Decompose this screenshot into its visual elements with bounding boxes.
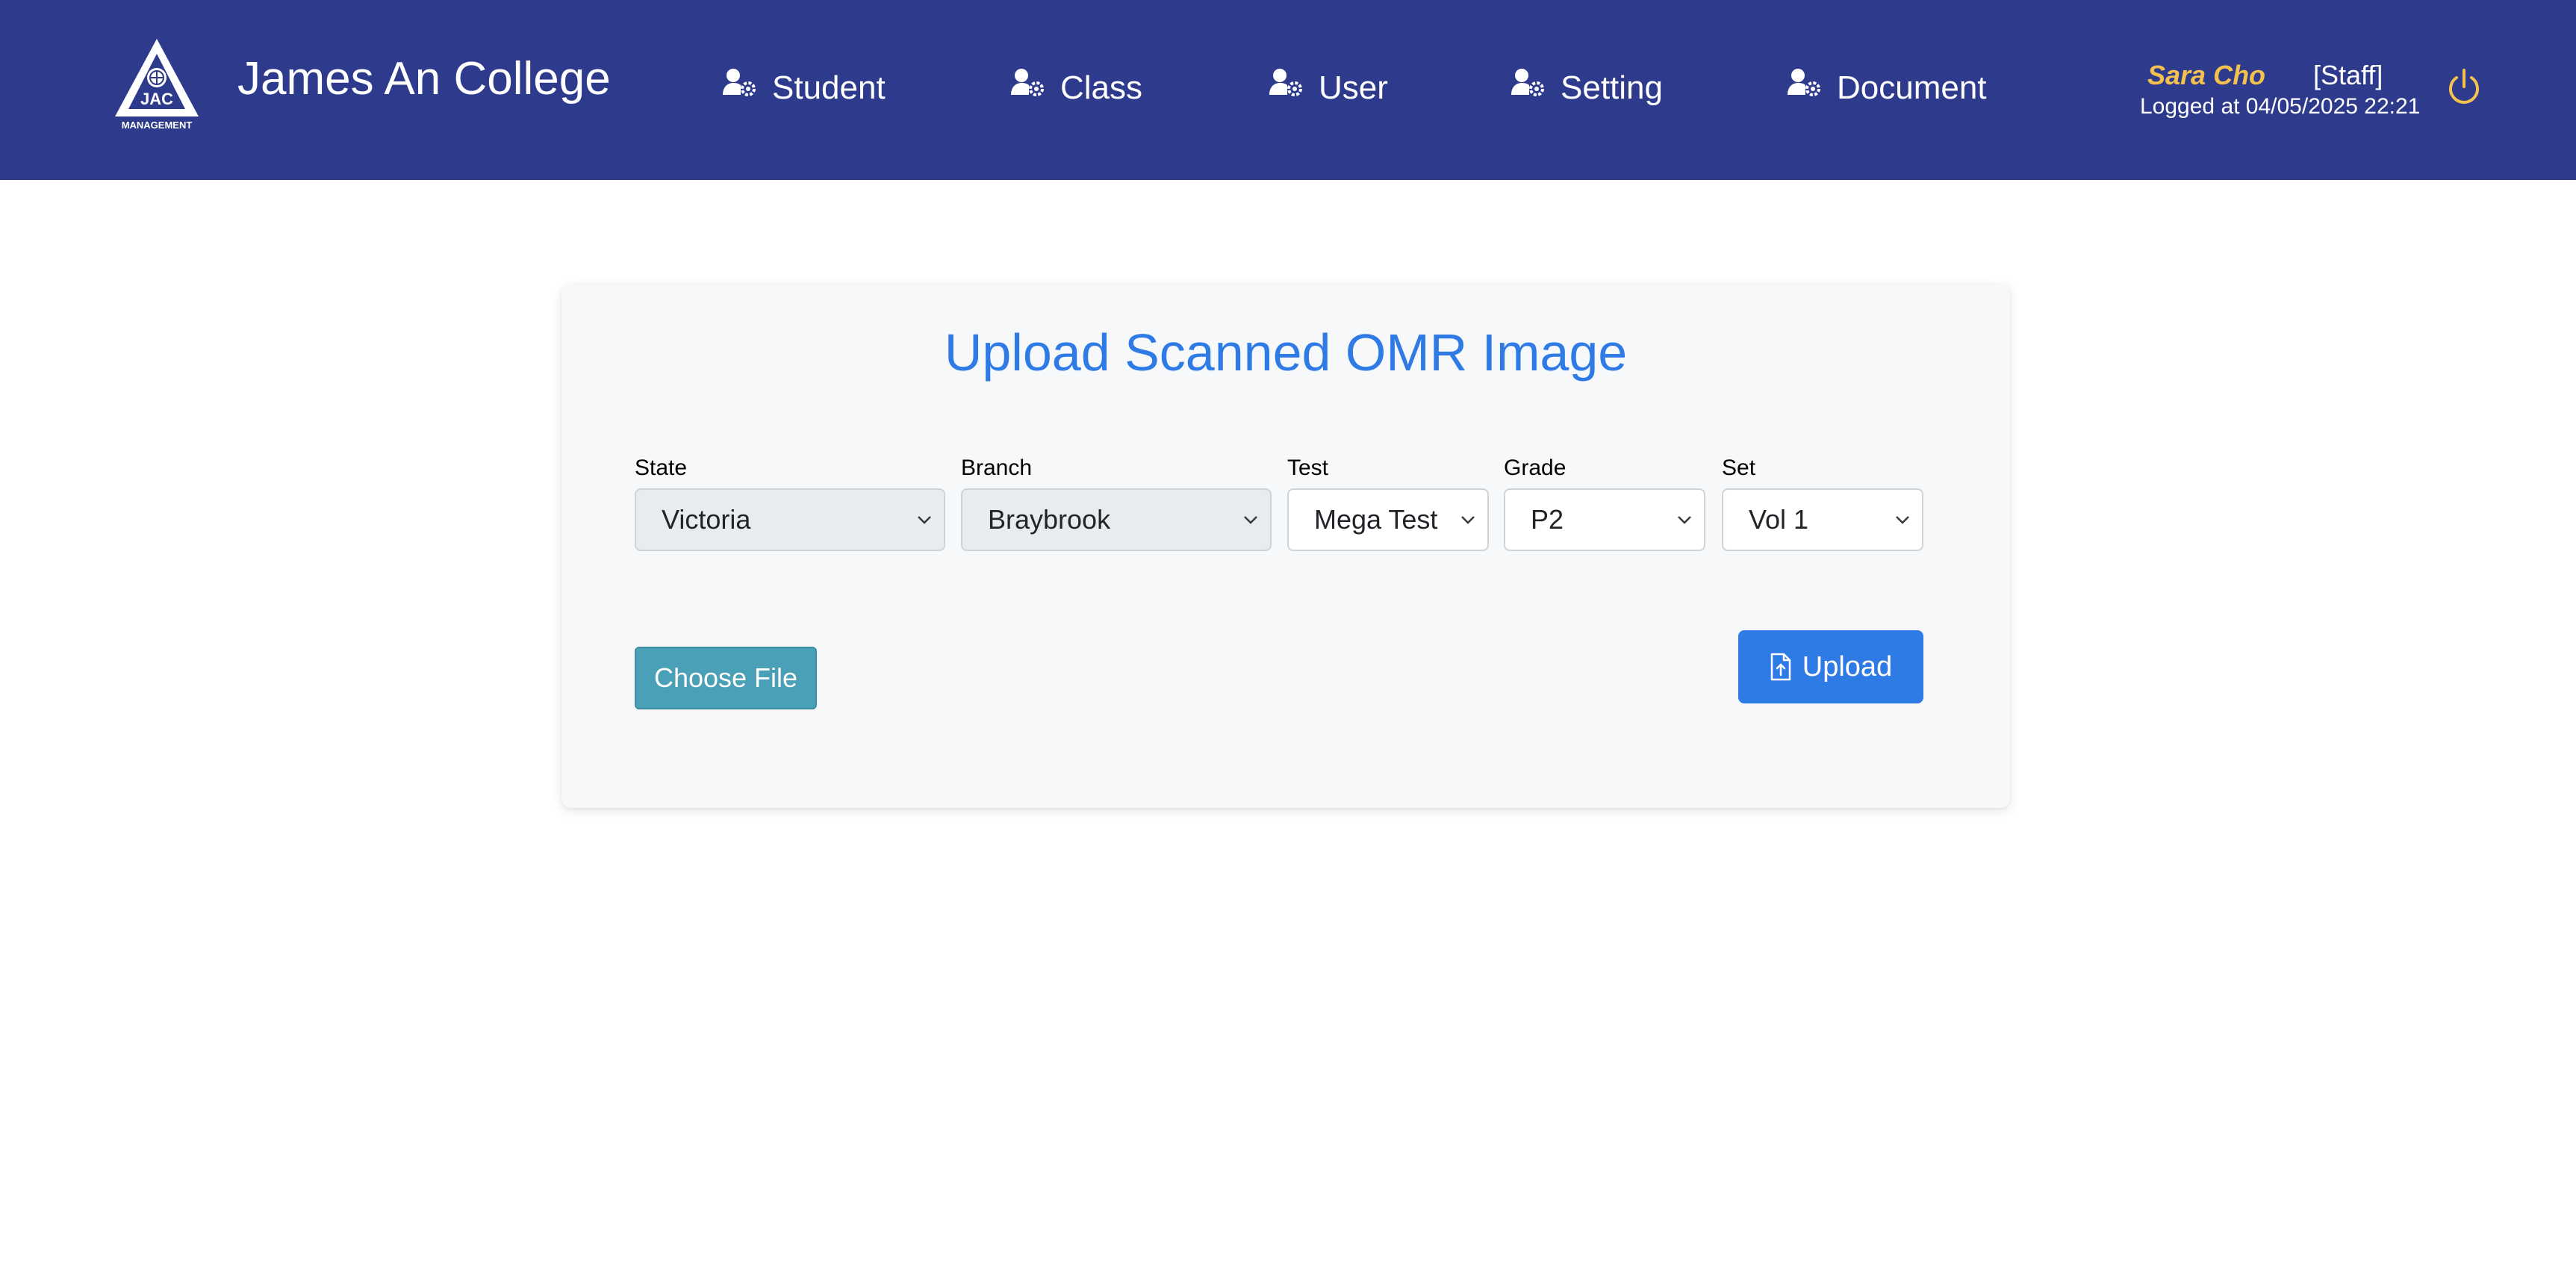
- user-gear-icon: [1269, 69, 1302, 96]
- grade-select[interactable]: P2: [1504, 488, 1705, 551]
- choose-file-button[interactable]: Choose File: [635, 647, 817, 709]
- grade-select-value: P2: [1531, 504, 1564, 535]
- user-gear-icon: [1511, 69, 1544, 96]
- logo-text: JAC: [140, 90, 173, 108]
- nav-document[interactable]: Document: [1786, 66, 1987, 111]
- logo-subtext: MANAGEMENT: [122, 119, 193, 131]
- nav-document-label: Document: [1837, 69, 1987, 106]
- branch-select[interactable]: Braybrook: [961, 488, 1272, 551]
- top-navbar: JAC MANAGEMENT James An College Student …: [0, 0, 2576, 180]
- test-select[interactable]: Mega Test: [1287, 488, 1489, 551]
- page-title: Upload Scanned OMR Image: [944, 323, 1628, 382]
- upload-button-label: Upload: [1802, 650, 1893, 683]
- login-timestamp: Logged at 04/05/2025 22:21: [2140, 94, 2421, 119]
- set-select[interactable]: Vol 1: [1722, 488, 1923, 551]
- nav-setting-label: Setting: [1561, 69, 1663, 106]
- nav-user[interactable]: User: [1268, 66, 1388, 111]
- chevron-down-icon: [1678, 516, 1691, 524]
- chevron-down-icon: [1244, 516, 1257, 524]
- nav-student[interactable]: Student: [721, 66, 886, 111]
- grade-label: Grade: [1504, 456, 1567, 480]
- chevron-down-icon: [918, 516, 931, 524]
- nav-user-label: User: [1319, 69, 1388, 106]
- state-label: State: [635, 456, 688, 480]
- user-gear-icon: [1788, 69, 1820, 96]
- power-icon[interactable]: [2446, 66, 2482, 106]
- nav-setting[interactable]: Setting: [1510, 66, 1663, 111]
- chevron-down-icon: [1896, 516, 1909, 524]
- upload-button[interactable]: Upload: [1738, 630, 1923, 703]
- nav-class-label: Class: [1060, 69, 1143, 106]
- chevron-down-icon: [1461, 516, 1475, 524]
- user-gear-icon: [723, 69, 756, 96]
- nav-student-label: Student: [772, 69, 886, 106]
- state-select-value: Victoria: [662, 504, 751, 535]
- user-gear-icon: [1011, 69, 1044, 96]
- test-label: Test: [1287, 456, 1329, 480]
- upload-card: Upload Scanned OMR Image State Branch Te…: [561, 284, 2010, 808]
- branch-select-value: Braybrook: [988, 504, 1111, 535]
- user-name: Sara Cho: [2147, 60, 2266, 90]
- user-role: [Staff]: [2313, 60, 2383, 90]
- nav-class[interactable]: Class: [1009, 66, 1142, 111]
- set-label: Set: [1722, 456, 1756, 480]
- test-select-value: Mega Test: [1314, 504, 1438, 535]
- state-select[interactable]: Victoria: [635, 488, 945, 551]
- file-upload-icon: [1770, 653, 1791, 681]
- jac-logo[interactable]: JAC MANAGEMENT: [112, 36, 202, 131]
- set-select-value: Vol 1: [1749, 504, 1809, 535]
- branch-label: Branch: [961, 456, 1033, 480]
- app-title: James An College: [237, 53, 611, 105]
